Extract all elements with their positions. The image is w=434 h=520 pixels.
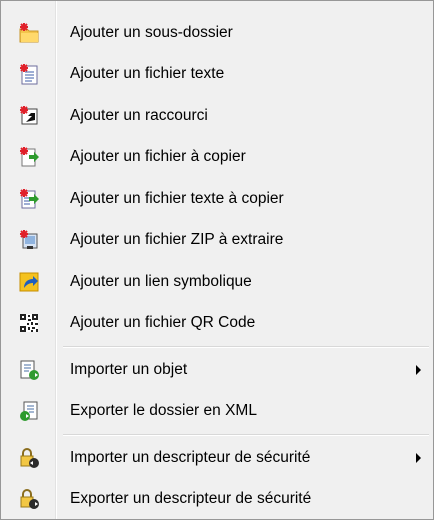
- menu-item-label: Ajouter un fichier à copier: [70, 148, 246, 165]
- menu-item-label: Importer un objet: [70, 361, 188, 378]
- menu-item-label: Ajouter un lien symbolique: [70, 273, 252, 290]
- export-security-icon: [20, 489, 39, 509]
- menu-item-label: Ajouter un raccourci: [70, 107, 208, 124]
- export-xml-icon: [20, 401, 38, 421]
- copy-text-file-icon: [20, 189, 39, 209]
- import-security-icon: [20, 448, 39, 468]
- menu-item-import-object[interactable]: Importer un objet: [3, 350, 431, 390]
- menu-item-add-copy-file[interactable]: Ajouter un fichier à copier: [3, 137, 431, 177]
- menu-item-add-symlink[interactable]: Ajouter un lien symbolique: [3, 262, 431, 302]
- menu-item-export-xml[interactable]: Exporter le dossier en XML: [3, 391, 431, 431]
- menu-separator: [63, 346, 429, 348]
- new-folder-icon: [19, 23, 39, 43]
- submenu-arrow-icon: [416, 453, 421, 463]
- menu-item-label: Exporter un descripteur de sécurité: [70, 490, 312, 507]
- menu-item-label: Ajouter un fichier ZIP à extraire: [70, 231, 284, 248]
- submenu-arrow-icon: [416, 365, 421, 375]
- new-shortcut-icon: [20, 106, 38, 125]
- qr-code-icon: [20, 314, 38, 332]
- menu-item-label: Ajouter un fichier texte: [70, 65, 225, 82]
- menu-item-label: Exporter le dossier en XML: [70, 402, 257, 419]
- menu-item-label: Ajouter un sous-dossier: [70, 24, 233, 41]
- menu-separator: [63, 434, 429, 436]
- menu-item-add-subfolder[interactable]: Ajouter un sous-dossier: [3, 13, 431, 53]
- symlink-icon: [19, 272, 39, 292]
- menu-item-add-shortcut[interactable]: Ajouter un raccourci: [3, 96, 431, 136]
- menu-item-import-security-descriptor[interactable]: Importer un descripteur de sécurité: [3, 438, 431, 478]
- menu-item-add-text-file[interactable]: Ajouter un fichier texte: [3, 54, 431, 94]
- zip-file-icon: [20, 230, 38, 249]
- new-text-file-icon: [20, 64, 38, 85]
- menu-item-add-zip-file[interactable]: Ajouter un fichier ZIP à extraire: [3, 220, 431, 260]
- menu-item-export-security-descriptor[interactable]: Exporter un descripteur de sécurité: [3, 479, 431, 519]
- menu-item-label: Ajouter un fichier texte à copier: [70, 190, 284, 207]
- copy-file-icon: [20, 147, 39, 167]
- menu-item-add-qr-code[interactable]: Ajouter un fichier QR Code: [3, 303, 431, 343]
- import-object-icon: [20, 360, 39, 380]
- context-menu: Ajouter un sous-dossier Ajouter un fichi…: [0, 0, 434, 520]
- menu-item-add-copy-text-file[interactable]: Ajouter un fichier texte à copier: [3, 179, 431, 219]
- menu-item-label: Ajouter un fichier QR Code: [70, 314, 256, 331]
- menu-item-label: Importer un descripteur de sécurité: [70, 449, 311, 466]
